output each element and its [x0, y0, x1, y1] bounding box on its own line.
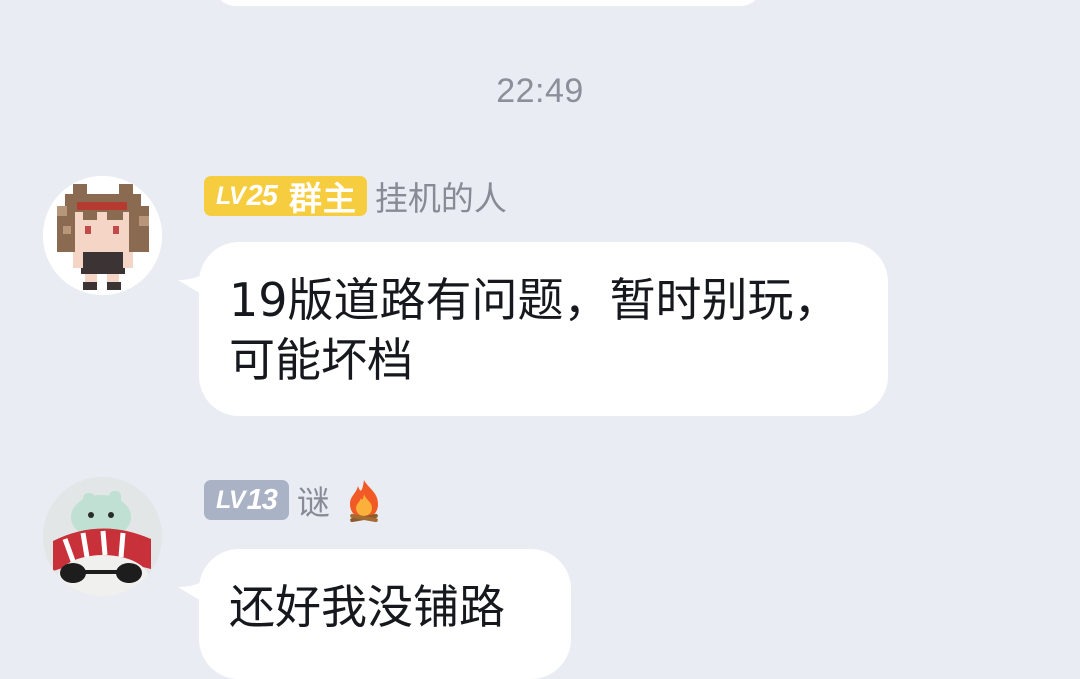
level-number: 13 [246, 483, 278, 516]
level-number: 25 [246, 179, 278, 212]
level-badge[interactable]: LV 13 [204, 480, 289, 520]
avatar[interactable] [43, 477, 162, 596]
sender-nickname[interactable]: 谜 [297, 476, 330, 524]
message-sender-header: LV 25 群主 挂机的人 [204, 176, 507, 218]
role-label: 群主 [288, 179, 357, 218]
message-sender-header: LV 13 谜 [204, 478, 384, 522]
message-text: 还好我没铺路 [229, 580, 505, 634]
fire-icon[interactable] [344, 478, 384, 522]
message-text: 19版道路有问题，暂时别玩，可能坏档 [229, 273, 840, 387]
pixel-character-avatar-icon [43, 176, 162, 295]
message-timestamp: 22:49 [496, 72, 584, 110]
plush-toy-avatar-icon [43, 477, 162, 596]
level-prefix: LV [216, 181, 246, 210]
level-prefix: LV [216, 485, 246, 514]
message-bubble[interactable]: 还好我没铺路 [199, 549, 571, 679]
message-bubble[interactable]: 19版道路有问题，暂时别玩，可能坏档 [199, 242, 888, 416]
previous-message-bubble[interactable] [213, 0, 763, 6]
avatar[interactable] [43, 176, 162, 295]
sender-nickname[interactable]: 挂机的人 [375, 172, 507, 220]
level-badge[interactable]: LV 25 群主 [204, 176, 367, 218]
